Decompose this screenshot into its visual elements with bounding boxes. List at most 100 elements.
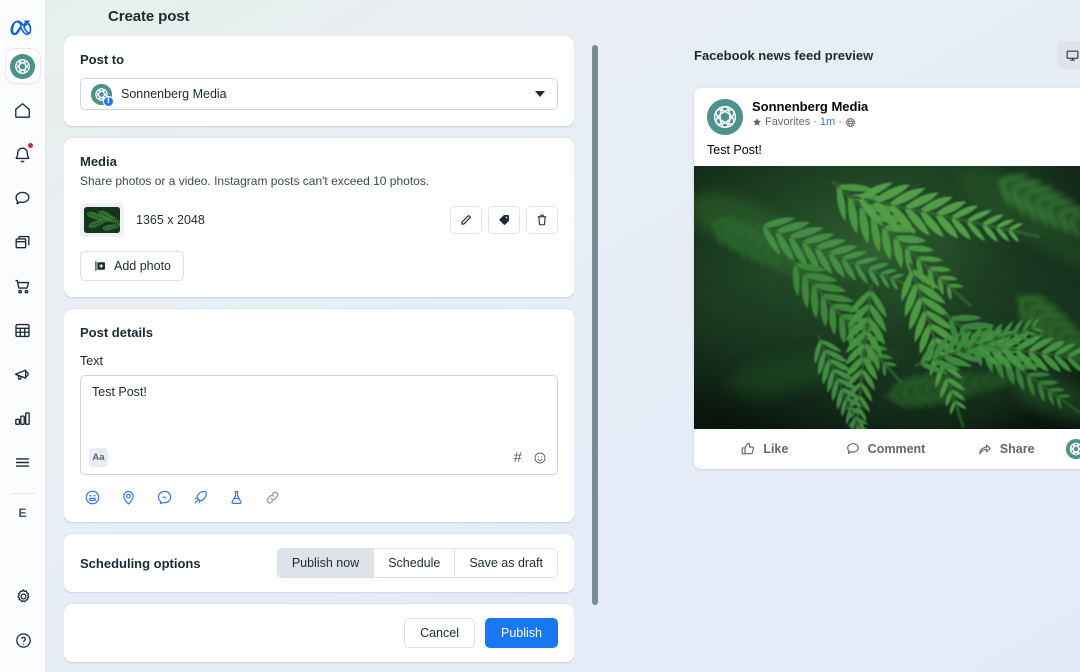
chat-bubble-icon — [15, 191, 30, 204]
page-title: Create post — [108, 8, 190, 25]
post-tools-row — [80, 489, 558, 506]
star-icon — [753, 118, 761, 126]
form-actions-card: Cancel Publish — [64, 604, 574, 663]
add-link-button[interactable] — [264, 489, 281, 506]
sidebar-item-commerce[interactable] — [6, 269, 40, 303]
desktop-monitor-icon — [1066, 50, 1078, 61]
post-author[interactable]: Sonnenberg Media — [752, 99, 868, 115]
sidebar-item-ads[interactable] — [6, 357, 40, 391]
media-thumbnail[interactable] — [84, 207, 120, 234]
editor-scrollbar[interactable] — [592, 45, 598, 605]
globe-icon — [845, 117, 855, 127]
add-emoji-button[interactable] — [84, 489, 101, 506]
edit-media-button[interactable] — [450, 206, 482, 235]
text-format-button[interactable]: Aa — [89, 448, 108, 468]
meta-separator-1: · — [813, 116, 817, 129]
like-label: Like — [763, 442, 789, 456]
add-location-button[interactable] — [120, 489, 137, 506]
cancel-button[interactable]: Cancel — [404, 618, 475, 649]
location-pin-icon — [123, 491, 134, 505]
meta-separator-2: · — [838, 116, 842, 129]
add-photo-label: Add photo — [114, 259, 171, 274]
sidebar-item-messages[interactable] — [6, 181, 40, 215]
hamburger-menu-icon — [15, 457, 30, 467]
sidebar-user-initial[interactable]: E — [6, 498, 40, 528]
boost-post-button[interactable] — [192, 489, 209, 506]
notification-badge — [27, 143, 33, 148]
schedule-option-save-as-draft[interactable]: Save as draft — [455, 549, 557, 578]
facebook-badge-icon: f — [103, 95, 114, 107]
text-field-label: Text — [80, 354, 103, 369]
sidebar-item-settings[interactable] — [6, 579, 40, 613]
scheduling-heading: Scheduling options — [80, 555, 201, 571]
add-photo-icon — [95, 261, 105, 271]
media-item-row: 1365 x 2048 — [80, 203, 558, 238]
scheduling-card: Scheduling options Publish now Schedule … — [64, 534, 574, 593]
post-text-value: Test Post! — [92, 385, 147, 400]
sidebar-item-home[interactable] — [6, 93, 40, 127]
pencil-icon — [461, 215, 472, 225]
share-label: Share — [999, 442, 1035, 456]
brand-avatar-icon — [10, 53, 35, 79]
brand-avatar-icon — [1066, 439, 1080, 459]
thumbs-up-icon — [742, 442, 755, 455]
messenger-cta-button[interactable] — [156, 489, 173, 506]
trash-icon — [537, 214, 547, 226]
left-sidebar: E — [0, 0, 46, 672]
share-arrow-icon — [979, 444, 991, 455]
media-dimensions: 1365 x 2048 — [136, 213, 205, 228]
schedule-option-publish-now[interactable]: Publish now — [277, 549, 375, 578]
media-thumbnail-frame — [80, 203, 124, 238]
grid-table-icon — [15, 323, 30, 337]
post-details-card: Post details Text Test Post! Aa # — [64, 309, 574, 523]
media-card: Media Share photos or a video. Instagram… — [64, 138, 574, 298]
publish-button[interactable]: Publish — [485, 618, 558, 649]
ab-test-button[interactable] — [228, 489, 245, 506]
share-button[interactable]: Share — [945, 435, 1066, 463]
post-timestamp[interactable]: 1m — [820, 116, 835, 128]
gear-icon — [16, 588, 30, 602]
like-button[interactable]: Like — [704, 435, 825, 463]
facebook-post-preview: Sonnenberg Media Favorites · 1m · Test P… — [694, 88, 1080, 469]
flask-icon — [231, 491, 242, 505]
preview-header: Facebook news feed preview — [694, 40, 1080, 70]
post-as-account-selector[interactable] — [1066, 439, 1080, 459]
chevron-down-icon — [535, 91, 545, 97]
schedule-option-schedule[interactable]: Schedule — [374, 549, 456, 578]
avatar: f — [91, 83, 114, 107]
media-actions — [450, 206, 558, 235]
sidebar-item-insights[interactable] — [6, 401, 40, 435]
link-icon — [266, 491, 279, 504]
sidebar-item-planner[interactable] — [6, 313, 40, 347]
device-desktop-button[interactable] — [1058, 42, 1080, 68]
hashtag-icon[interactable]: # — [514, 450, 522, 465]
post-image[interactable] — [694, 166, 1080, 429]
sidebar-item-help[interactable] — [6, 623, 40, 657]
post-actions: Like Comment Share — [694, 429, 1080, 469]
sidebar-divider — [10, 493, 35, 494]
sidebar-item-notifications[interactable] — [6, 137, 40, 171]
sidebar-item-workspace[interactable] — [5, 49, 40, 83]
comment-button[interactable]: Comment — [825, 435, 946, 463]
post-header: Sonnenberg Media Favorites · 1m · — [694, 88, 1080, 135]
tag-media-button[interactable] — [488, 206, 520, 235]
preview-title: Facebook news feed preview — [694, 47, 874, 63]
home-icon — [15, 102, 30, 118]
post-to-selected-value: Sonnenberg Media — [121, 87, 227, 101]
sidebar-item-more[interactable] — [6, 445, 40, 479]
delete-media-button[interactable] — [526, 206, 558, 235]
meta-logo-icon[interactable] — [0, 8, 46, 44]
post-body-text: Test Post! — [707, 143, 762, 157]
add-photo-button[interactable]: Add photo — [80, 251, 184, 282]
device-toggle — [1058, 42, 1080, 68]
media-description: Share photos or a video. Instagram posts… — [80, 174, 430, 188]
post-text-input[interactable]: Test Post! Aa # — [80, 375, 558, 476]
post-favorites-label: Favorites — [765, 116, 811, 129]
sidebar-item-content[interactable] — [6, 225, 40, 259]
tag-icon — [499, 215, 509, 226]
post-to-select[interactable]: f Sonnenberg Media — [80, 78, 558, 110]
post-meta: Favorites · 1m · — [752, 116, 868, 128]
messenger-icon — [157, 490, 172, 505]
content-library-icon — [15, 235, 30, 248]
bar-chart-icon — [15, 411, 30, 425]
